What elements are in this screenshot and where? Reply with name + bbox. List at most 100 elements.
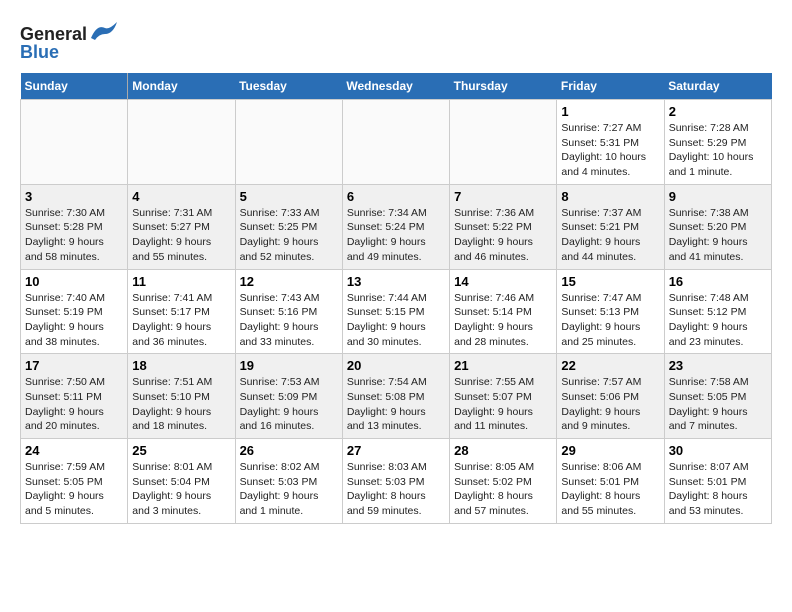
calendar-cell: 9Sunrise: 7:38 AM Sunset: 5:20 PM Daylig… bbox=[664, 184, 771, 269]
calendar-cell: 19 Sunrise: 7:53 AM Sunset: 5:09 PM Dayli… bbox=[235, 354, 342, 439]
logo: General Blue bbox=[20, 20, 117, 63]
day-number: 29 bbox=[561, 443, 659, 458]
calendar-cell: 16 Sunrise: 7:48 AM Sunset: 5:12 PM Dayli… bbox=[664, 269, 771, 354]
calendar-cell: 30Sunrise: 8:07 AM Sunset: 5:01 PM Dayli… bbox=[664, 439, 771, 524]
day-number: 30 bbox=[669, 443, 767, 458]
calendar-cell bbox=[21, 100, 128, 185]
day-number: 23 bbox=[669, 358, 767, 373]
day-info: Sunrise: 7:44 AM Sunset: 5:15 PM Dayligh… bbox=[347, 291, 445, 350]
calendar-cell: 25 Sunrise: 8:01 AM Sunset: 5:04 PM Dayli… bbox=[128, 439, 235, 524]
day-number: 28 bbox=[454, 443, 552, 458]
calendar-cell bbox=[128, 100, 235, 185]
day-info: Sunrise: 7:30 AM Sunset: 5:28 PM Dayligh… bbox=[25, 206, 123, 265]
day-number: 13 bbox=[347, 274, 445, 289]
weekday-header-row: SundayMondayTuesdayWednesdayThursdayFrid… bbox=[21, 73, 772, 100]
day-number: 26 bbox=[240, 443, 338, 458]
weekday-header-tuesday: Tuesday bbox=[235, 73, 342, 100]
calendar-week-row: 17 Sunrise: 7:50 AM Sunset: 5:11 PM Dayli… bbox=[21, 354, 772, 439]
calendar-cell: 1 Sunrise: 7:27 AM Sunset: 5:31 PM Daylig… bbox=[557, 100, 664, 185]
day-number: 6 bbox=[347, 189, 445, 204]
logo-bird-icon bbox=[89, 20, 117, 48]
day-info: Sunrise: 7:28 AM Sunset: 5:29 PM Dayligh… bbox=[669, 121, 767, 180]
day-number: 21 bbox=[454, 358, 552, 373]
calendar-cell: 11 Sunrise: 7:41 AM Sunset: 5:17 PM Dayli… bbox=[128, 269, 235, 354]
day-info: Sunrise: 7:41 AM Sunset: 5:17 PM Dayligh… bbox=[132, 291, 230, 350]
day-number: 24 bbox=[25, 443, 123, 458]
day-number: 15 bbox=[561, 274, 659, 289]
day-number: 7 bbox=[454, 189, 552, 204]
calendar-cell: 6Sunrise: 7:34 AM Sunset: 5:24 PM Daylig… bbox=[342, 184, 449, 269]
day-info: Sunrise: 7:27 AM Sunset: 5:31 PM Dayligh… bbox=[561, 121, 659, 180]
weekday-header-sunday: Sunday bbox=[21, 73, 128, 100]
calendar-week-row: 1 Sunrise: 7:27 AM Sunset: 5:31 PM Daylig… bbox=[21, 100, 772, 185]
calendar-cell: 13 Sunrise: 7:44 AM Sunset: 5:15 PM Dayli… bbox=[342, 269, 449, 354]
calendar-cell bbox=[342, 100, 449, 185]
calendar-week-row: 24 Sunrise: 7:59 AM Sunset: 5:05 PM Dayli… bbox=[21, 439, 772, 524]
calendar-week-row: 10Sunrise: 7:40 AM Sunset: 5:19 PM Dayli… bbox=[21, 269, 772, 354]
day-info: Sunrise: 7:43 AM Sunset: 5:16 PM Dayligh… bbox=[240, 291, 338, 350]
calendar-cell: 29 Sunrise: 8:06 AM Sunset: 5:01 PM Dayli… bbox=[557, 439, 664, 524]
calendar-cell: 4 Sunrise: 7:31 AM Sunset: 5:27 PM Daylig… bbox=[128, 184, 235, 269]
day-info: Sunrise: 7:47 AM Sunset: 5:13 PM Dayligh… bbox=[561, 291, 659, 350]
weekday-header-thursday: Thursday bbox=[450, 73, 557, 100]
calendar-cell bbox=[235, 100, 342, 185]
day-info: Sunrise: 7:46 AM Sunset: 5:14 PM Dayligh… bbox=[454, 291, 552, 350]
day-info: Sunrise: 7:31 AM Sunset: 5:27 PM Dayligh… bbox=[132, 206, 230, 265]
day-info: Sunrise: 7:38 AM Sunset: 5:20 PM Dayligh… bbox=[669, 206, 767, 265]
day-info: Sunrise: 7:55 AM Sunset: 5:07 PM Dayligh… bbox=[454, 375, 552, 434]
day-info: Sunrise: 7:51 AM Sunset: 5:10 PM Dayligh… bbox=[132, 375, 230, 434]
calendar-cell: 23 Sunrise: 7:58 AM Sunset: 5:05 PM Dayli… bbox=[664, 354, 771, 439]
calendar-table: SundayMondayTuesdayWednesdayThursdayFrid… bbox=[20, 73, 772, 524]
day-number: 4 bbox=[132, 189, 230, 204]
day-info: Sunrise: 7:58 AM Sunset: 5:05 PM Dayligh… bbox=[669, 375, 767, 434]
calendar-cell: 7 Sunrise: 7:36 AM Sunset: 5:22 PM Daylig… bbox=[450, 184, 557, 269]
day-number: 11 bbox=[132, 274, 230, 289]
calendar-cell bbox=[450, 100, 557, 185]
day-info: Sunrise: 8:01 AM Sunset: 5:04 PM Dayligh… bbox=[132, 460, 230, 519]
calendar-cell: 18Sunrise: 7:51 AM Sunset: 5:10 PM Dayli… bbox=[128, 354, 235, 439]
day-number: 8 bbox=[561, 189, 659, 204]
calendar-cell: 12 Sunrise: 7:43 AM Sunset: 5:16 PM Dayli… bbox=[235, 269, 342, 354]
day-info: Sunrise: 7:59 AM Sunset: 5:05 PM Dayligh… bbox=[25, 460, 123, 519]
day-info: Sunrise: 7:36 AM Sunset: 5:22 PM Dayligh… bbox=[454, 206, 552, 265]
calendar-cell: 27Sunrise: 8:03 AM Sunset: 5:03 PM Dayli… bbox=[342, 439, 449, 524]
day-info: Sunrise: 7:53 AM Sunset: 5:09 PM Dayligh… bbox=[240, 375, 338, 434]
calendar-cell: 2 Sunrise: 7:28 AM Sunset: 5:29 PM Daylig… bbox=[664, 100, 771, 185]
day-info: Sunrise: 7:33 AM Sunset: 5:25 PM Dayligh… bbox=[240, 206, 338, 265]
calendar-cell: 21 Sunrise: 7:55 AM Sunset: 5:07 PM Dayli… bbox=[450, 354, 557, 439]
calendar-cell: 15 Sunrise: 7:47 AM Sunset: 5:13 PM Dayli… bbox=[557, 269, 664, 354]
calendar-cell: 10Sunrise: 7:40 AM Sunset: 5:19 PM Dayli… bbox=[21, 269, 128, 354]
calendar-cell: 8 Sunrise: 7:37 AM Sunset: 5:21 PM Daylig… bbox=[557, 184, 664, 269]
day-number: 27 bbox=[347, 443, 445, 458]
day-number: 17 bbox=[25, 358, 123, 373]
weekday-header-monday: Monday bbox=[128, 73, 235, 100]
calendar-cell: 17 Sunrise: 7:50 AM Sunset: 5:11 PM Dayli… bbox=[21, 354, 128, 439]
day-info: Sunrise: 7:48 AM Sunset: 5:12 PM Dayligh… bbox=[669, 291, 767, 350]
calendar-cell: 20 Sunrise: 7:54 AM Sunset: 5:08 PM Dayli… bbox=[342, 354, 449, 439]
day-info: Sunrise: 8:06 AM Sunset: 5:01 PM Dayligh… bbox=[561, 460, 659, 519]
page-header: General Blue bbox=[20, 20, 772, 63]
day-number: 19 bbox=[240, 358, 338, 373]
day-number: 16 bbox=[669, 274, 767, 289]
day-info: Sunrise: 7:40 AM Sunset: 5:19 PM Dayligh… bbox=[25, 291, 123, 350]
calendar-cell: 3 Sunrise: 7:30 AM Sunset: 5:28 PM Daylig… bbox=[21, 184, 128, 269]
day-number: 5 bbox=[240, 189, 338, 204]
day-number: 3 bbox=[25, 189, 123, 204]
day-number: 2 bbox=[669, 104, 767, 119]
day-info: Sunrise: 7:37 AM Sunset: 5:21 PM Dayligh… bbox=[561, 206, 659, 265]
day-number: 1 bbox=[561, 104, 659, 119]
calendar-cell: 24 Sunrise: 7:59 AM Sunset: 5:05 PM Dayli… bbox=[21, 439, 128, 524]
calendar-cell: 5 Sunrise: 7:33 AM Sunset: 5:25 PM Daylig… bbox=[235, 184, 342, 269]
day-info: Sunrise: 8:02 AM Sunset: 5:03 PM Dayligh… bbox=[240, 460, 338, 519]
day-number: 12 bbox=[240, 274, 338, 289]
calendar-cell: 28 Sunrise: 8:05 AM Sunset: 5:02 PM Dayli… bbox=[450, 439, 557, 524]
day-info: Sunrise: 7:54 AM Sunset: 5:08 PM Dayligh… bbox=[347, 375, 445, 434]
day-info: Sunrise: 8:05 AM Sunset: 5:02 PM Dayligh… bbox=[454, 460, 552, 519]
day-number: 25 bbox=[132, 443, 230, 458]
weekday-header-friday: Friday bbox=[557, 73, 664, 100]
day-info: Sunrise: 7:57 AM Sunset: 5:06 PM Dayligh… bbox=[561, 375, 659, 434]
day-number: 20 bbox=[347, 358, 445, 373]
day-info: Sunrise: 7:50 AM Sunset: 5:11 PM Dayligh… bbox=[25, 375, 123, 434]
calendar-cell: 26 Sunrise: 8:02 AM Sunset: 5:03 PM Dayli… bbox=[235, 439, 342, 524]
calendar-cell: 14Sunrise: 7:46 AM Sunset: 5:14 PM Dayli… bbox=[450, 269, 557, 354]
